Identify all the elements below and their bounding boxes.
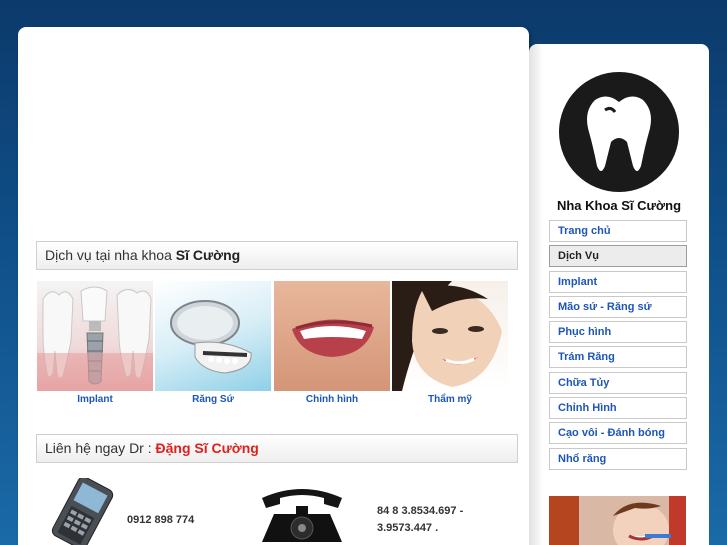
telephone-icon: [262, 489, 342, 542]
mobile-phone-icon: [51, 478, 114, 545]
service-item-rang-su[interactable]: Răng Sứ: [155, 281, 271, 405]
tooth-logo-icon[interactable]: [557, 70, 681, 194]
mobile-number[interactable]: 0912 898 774: [127, 512, 194, 529]
menu-item-chua-tuy[interactable]: Chữa Tủy: [549, 371, 687, 394]
menu-item-cao-voi-danh-bong[interactable]: Cạo vôi - Đánh bóng: [549, 422, 687, 445]
dental-implant-image: [37, 281, 153, 391]
service-item-tham-my[interactable]: Thẩm mỹ: [392, 281, 508, 405]
smile-image: [274, 281, 390, 391]
service-item-implant[interactable]: Implant: [37, 281, 153, 405]
promo-child-toothbrush-image[interactable]: [549, 496, 686, 545]
service-item-chinh-hinh[interactable]: Chỉnh hình: [274, 281, 390, 405]
menu-item-trang-chu[interactable]: Trang chủ: [549, 220, 687, 242]
services-heading: Dịch vụ tại nha khoa Sĩ Cường: [36, 241, 518, 270]
phone-numbers[interactable]: 84 8 3.8534.697 - 3.9573.447 .: [377, 503, 463, 537]
menu-item-phuc-hinh[interactable]: Phục hình: [549, 321, 687, 344]
sidebar-menu: Trang chủ Dịch Vụ Implant Mão sứ - Răng …: [549, 220, 687, 473]
menu-item-implant[interactable]: Implant: [549, 270, 687, 293]
menu-item-mao-su-rang-su[interactable]: Mão sứ - Răng sứ: [549, 295, 687, 318]
porcelain-teeth-image: [155, 281, 271, 391]
menu-item-chinh-hinh[interactable]: Chỉnh Hình: [549, 397, 687, 420]
smiling-woman-image: [392, 281, 508, 391]
contact-heading: Liên hệ ngay Dr : Đặng Sĩ Cường: [36, 434, 518, 463]
menu-item-tram-rang[interactable]: Trám Răng: [549, 346, 687, 369]
menu-item-nho-rang[interactable]: Nhổ răng: [549, 447, 687, 470]
brand-name: Nha Khoa Sĩ Cường: [556, 198, 682, 213]
menu-item-dich-vu[interactable]: Dịch Vụ: [549, 245, 687, 268]
